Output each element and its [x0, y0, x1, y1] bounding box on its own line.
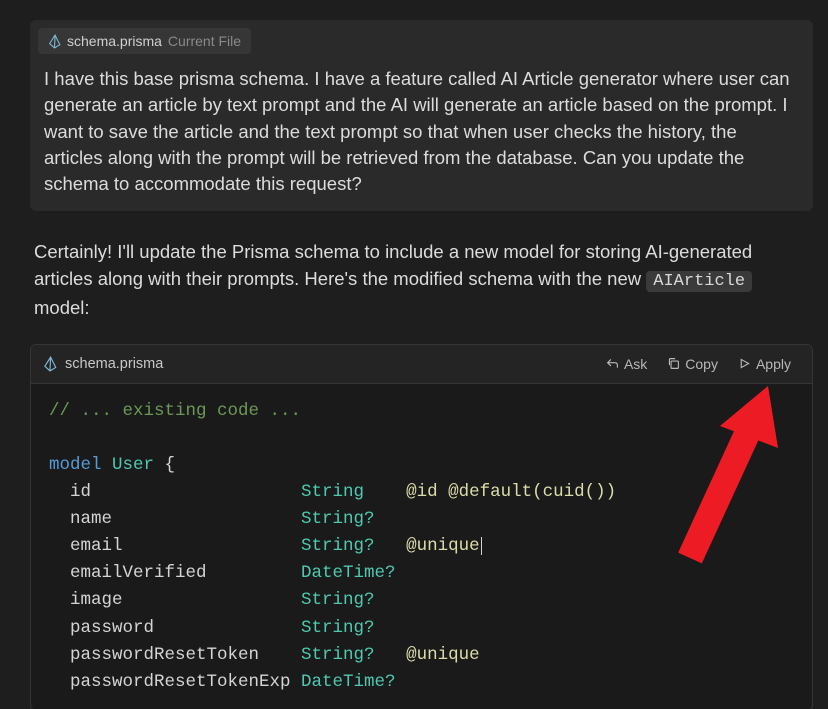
apply-button-label: Apply: [756, 356, 791, 372]
reply-icon: [606, 357, 619, 370]
apply-button[interactable]: Apply: [729, 352, 800, 376]
copy-icon: [667, 357, 680, 370]
assistant-text-after: model:: [34, 297, 90, 318]
code-block: schema.prisma Ask Copy Apply: [30, 344, 813, 709]
code-header-actions: Ask Copy Apply: [597, 352, 800, 376]
ask-button[interactable]: Ask: [597, 352, 656, 376]
copy-button-label: Copy: [685, 356, 718, 372]
inline-code: AIArticle: [646, 271, 752, 292]
copy-button[interactable]: Copy: [658, 352, 727, 376]
code-filename: schema.prisma: [65, 356, 163, 372]
code-header-left: schema.prisma: [43, 356, 163, 372]
code-content[interactable]: // ... existing code ... model User { id…: [31, 384, 812, 709]
file-tag-name: schema.prisma: [67, 33, 162, 49]
user-message-text: I have this base prisma schema. I have a…: [30, 54, 813, 197]
file-tag[interactable]: schema.prisma Current File: [38, 28, 251, 54]
play-icon: [738, 357, 751, 370]
prisma-icon: [48, 34, 61, 49]
ask-button-label: Ask: [624, 356, 647, 372]
code-header: schema.prisma Ask Copy Apply: [31, 345, 812, 384]
prisma-icon: [43, 356, 57, 372]
user-message: schema.prisma Current File I have this b…: [30, 20, 813, 211]
file-tag-suffix: Current File: [168, 33, 241, 49]
assistant-message: Certainly! I'll update the Prisma schema…: [30, 239, 813, 321]
assistant-text-before: Certainly! I'll update the Prisma schema…: [34, 241, 752, 289]
